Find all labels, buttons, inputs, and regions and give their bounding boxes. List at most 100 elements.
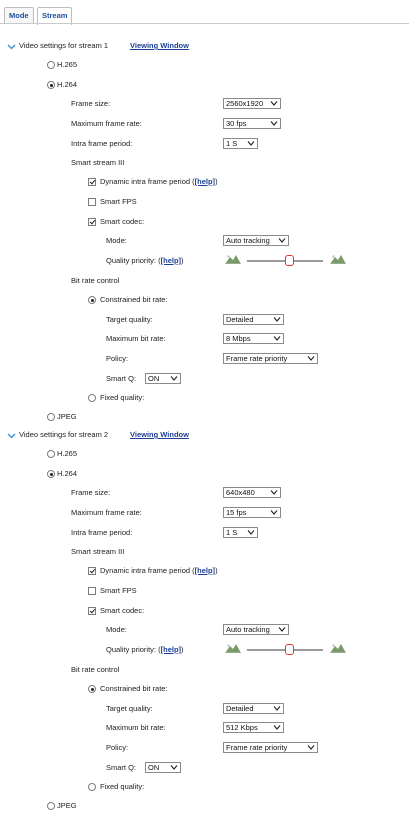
mountain-high-icon bbox=[330, 643, 346, 655]
help-close-paren: ) bbox=[215, 566, 218, 575]
h265-label: H.265 bbox=[57, 60, 78, 69]
policy-select[interactable]: Frame rate priority bbox=[223, 742, 318, 753]
caret-down-icon bbox=[307, 744, 315, 751]
max-frame-rate-select[interactable]: 15 fps bbox=[223, 507, 281, 518]
section-toggle-icon[interactable] bbox=[7, 42, 16, 52]
quality-priority-slider-handle[interactable] bbox=[284, 255, 294, 266]
frame-size-select[interactable]: 640x480 bbox=[223, 487, 281, 498]
dynamic-intra-row: Dynamic intra frame period ([help]) bbox=[100, 566, 218, 576]
constrained-bit-rate-label: Constrained bit rate: bbox=[100, 295, 168, 304]
bit-rate-control-title: Bit rate control bbox=[71, 276, 120, 285]
caret-down-icon bbox=[273, 724, 281, 731]
fixed-quality-label: Fixed quality: bbox=[100, 782, 145, 791]
section-toggle-icon[interactable] bbox=[7, 431, 16, 441]
constrained-bit-rate-label: Constrained bit rate: bbox=[100, 684, 168, 693]
jpeg-label: JPEG bbox=[57, 801, 77, 810]
max-bit-rate-select[interactable]: 8 Mbps bbox=[223, 333, 284, 344]
smart-q-select[interactable]: ON bbox=[145, 373, 181, 384]
intra-frame-period-label: Intra frame period: bbox=[71, 139, 133, 148]
jpeg-radio[interactable] bbox=[47, 413, 55, 421]
h265-radio[interactable] bbox=[47, 61, 55, 69]
intra-frame-period-select[interactable]: 1 S bbox=[223, 138, 258, 149]
smart-q-label: Smart Q: bbox=[106, 763, 137, 772]
constrained-bit-rate-radio[interactable] bbox=[88, 296, 96, 304]
policy-label: Policy: bbox=[106, 354, 129, 363]
frame-size-select-value: 2560x1920 bbox=[226, 99, 264, 108]
smart-stream-title: Smart stream III bbox=[71, 158, 125, 167]
dynamic-intra-row: Dynamic intra frame period ([help]) bbox=[100, 177, 218, 187]
max-bit-rate-select-value: 512 Kbps bbox=[226, 723, 258, 732]
viewing-window-link[interactable]: Viewing Window bbox=[130, 41, 189, 51]
smart-q-select[interactable]: ON bbox=[145, 762, 181, 773]
caret-down-icon bbox=[278, 626, 286, 633]
smart-codec-label: Smart codec: bbox=[100, 606, 145, 615]
max-bit-rate-label: Maximum bit rate: bbox=[106, 334, 166, 343]
frame-size-label: Frame size: bbox=[71, 99, 111, 108]
smart-fps-checkbox[interactable] bbox=[88, 198, 96, 206]
smart-codec-checkbox[interactable] bbox=[88, 607, 96, 615]
h264-radio[interactable] bbox=[47, 470, 55, 478]
target-quality-select[interactable]: Detailed bbox=[223, 314, 284, 325]
dynamic-intra-help-link[interactable]: [help] bbox=[195, 566, 215, 575]
quality-priority-row: Quality priority: ([help]) bbox=[106, 256, 184, 266]
max-bit-rate-label: Maximum bit rate: bbox=[106, 723, 166, 732]
intra-frame-period-select[interactable]: 1 S bbox=[223, 527, 258, 538]
smart-stream-title: Smart stream III bbox=[71, 547, 125, 556]
quality-priority-help-link[interactable]: [help] bbox=[161, 256, 181, 265]
dynamic-intra-checkbox[interactable] bbox=[88, 178, 96, 186]
policy-select-value: Frame rate priority bbox=[226, 743, 288, 752]
mode-select[interactable]: Auto tracking bbox=[223, 624, 289, 635]
quality-priority-help-link[interactable]: [help] bbox=[161, 645, 181, 654]
smart-codec-checkbox[interactable] bbox=[88, 218, 96, 226]
bit-rate-control-title: Bit rate control bbox=[71, 665, 120, 674]
mode-select-value: Auto tracking bbox=[226, 236, 270, 245]
target-quality-select[interactable]: Detailed bbox=[223, 703, 284, 714]
mode-select-value: Auto tracking bbox=[226, 625, 270, 634]
dynamic-intra-help-link[interactable]: [help] bbox=[195, 177, 215, 186]
max-frame-rate-label: Maximum frame rate: bbox=[71, 508, 142, 517]
mode-label: Mode: bbox=[106, 236, 127, 245]
mountain-low-icon bbox=[225, 254, 241, 266]
caret-down-icon bbox=[270, 120, 278, 127]
quality-priority-label: Quality priority: bbox=[106, 645, 157, 654]
max-frame-rate-select[interactable]: 30 fps bbox=[223, 118, 281, 129]
max-bit-rate-select[interactable]: 512 Kbps bbox=[223, 722, 284, 733]
smart-q-select-value: ON bbox=[148, 763, 160, 772]
section-title: Video settings for stream 1 bbox=[19, 41, 109, 50]
target-quality-label: Target quality: bbox=[106, 315, 153, 324]
caret-down-icon bbox=[278, 237, 286, 244]
fixed-quality-label: Fixed quality: bbox=[100, 393, 145, 402]
jpeg-radio[interactable] bbox=[47, 802, 55, 810]
smart-fps-label: Smart FPS bbox=[100, 586, 137, 595]
h264-label: H.264 bbox=[57, 80, 78, 89]
quality-priority-slider-handle[interactable] bbox=[284, 644, 294, 655]
mountain-low-icon bbox=[225, 643, 241, 655]
caret-down-icon bbox=[170, 375, 178, 382]
smart-q-select-value: ON bbox=[148, 374, 160, 383]
smart-q-label: Smart Q: bbox=[106, 374, 137, 383]
section-title: Video settings for stream 2 bbox=[19, 430, 109, 439]
quality-priority-row: Quality priority: ([help]) bbox=[106, 645, 184, 655]
h265-label: H.265 bbox=[57, 449, 78, 458]
policy-select[interactable]: Frame rate priority bbox=[223, 353, 318, 364]
tab-mode[interactable]: Mode bbox=[4, 7, 34, 24]
viewing-window-link[interactable]: Viewing Window bbox=[130, 430, 189, 440]
help-close-paren: ) bbox=[181, 645, 184, 654]
mode-select[interactable]: Auto tracking bbox=[223, 235, 289, 246]
dynamic-intra-checkbox[interactable] bbox=[88, 567, 96, 575]
mountain-high-icon bbox=[330, 254, 346, 266]
caret-down-icon bbox=[270, 489, 278, 496]
caret-down-icon bbox=[247, 140, 255, 147]
target-quality-select-value: Detailed bbox=[226, 704, 254, 713]
fixed-quality-radio[interactable] bbox=[88, 394, 96, 402]
constrained-bit-rate-radio[interactable] bbox=[88, 685, 96, 693]
frame-size-select[interactable]: 2560x1920 bbox=[223, 98, 281, 109]
smart-fps-checkbox[interactable] bbox=[88, 587, 96, 595]
h264-radio[interactable] bbox=[47, 81, 55, 89]
max-frame-rate-select-value: 30 fps bbox=[226, 119, 247, 128]
h265-radio[interactable] bbox=[47, 450, 55, 458]
tab-bar: Mode Stream bbox=[0, 0, 409, 25]
fixed-quality-radio[interactable] bbox=[88, 783, 96, 791]
caret-down-icon bbox=[273, 316, 281, 323]
frame-size-select-value: 640x480 bbox=[226, 488, 255, 497]
